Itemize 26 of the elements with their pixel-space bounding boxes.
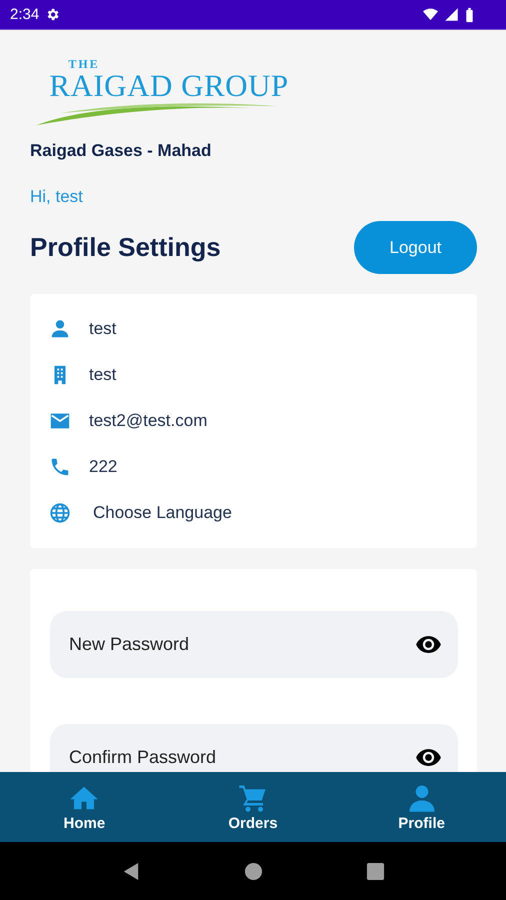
profile-value: test	[89, 365, 116, 385]
phone-icon	[49, 456, 71, 478]
profile-value: 222	[89, 457, 118, 477]
company-name: Raigad Gases - Mahad	[30, 141, 212, 161]
profile-value: test	[89, 319, 116, 339]
clock-time: 2:34	[10, 6, 40, 23]
wifi-icon	[423, 7, 438, 22]
nav-tab[interactable]: Profile	[362, 772, 482, 842]
signal-icon	[444, 7, 459, 22]
recents-icon	[366, 862, 384, 880]
greeting-text: Hi, test	[30, 187, 84, 207]
logout-button[interactable]: Logout	[354, 221, 477, 274]
back-icon	[122, 862, 140, 880]
home-circle-icon	[244, 862, 262, 880]
password-field[interactable]: Confirm Password	[50, 724, 458, 772]
nav-tab[interactable]: Home	[24, 772, 144, 842]
company-logo: THE RAIGAD GROUP	[30, 58, 308, 127]
gear-icon	[45, 7, 60, 22]
page-title: Profile Settings	[30, 232, 221, 263]
language-link[interactable]: Choose Language	[93, 503, 232, 523]
profile-value: test2@test.com	[89, 411, 208, 431]
person-icon	[49, 318, 71, 340]
nav-tab[interactable]: Orders	[192, 772, 313, 842]
battery-icon	[465, 6, 474, 22]
globe-icon	[49, 502, 71, 524]
password-field[interactable]: New Password	[50, 611, 458, 678]
